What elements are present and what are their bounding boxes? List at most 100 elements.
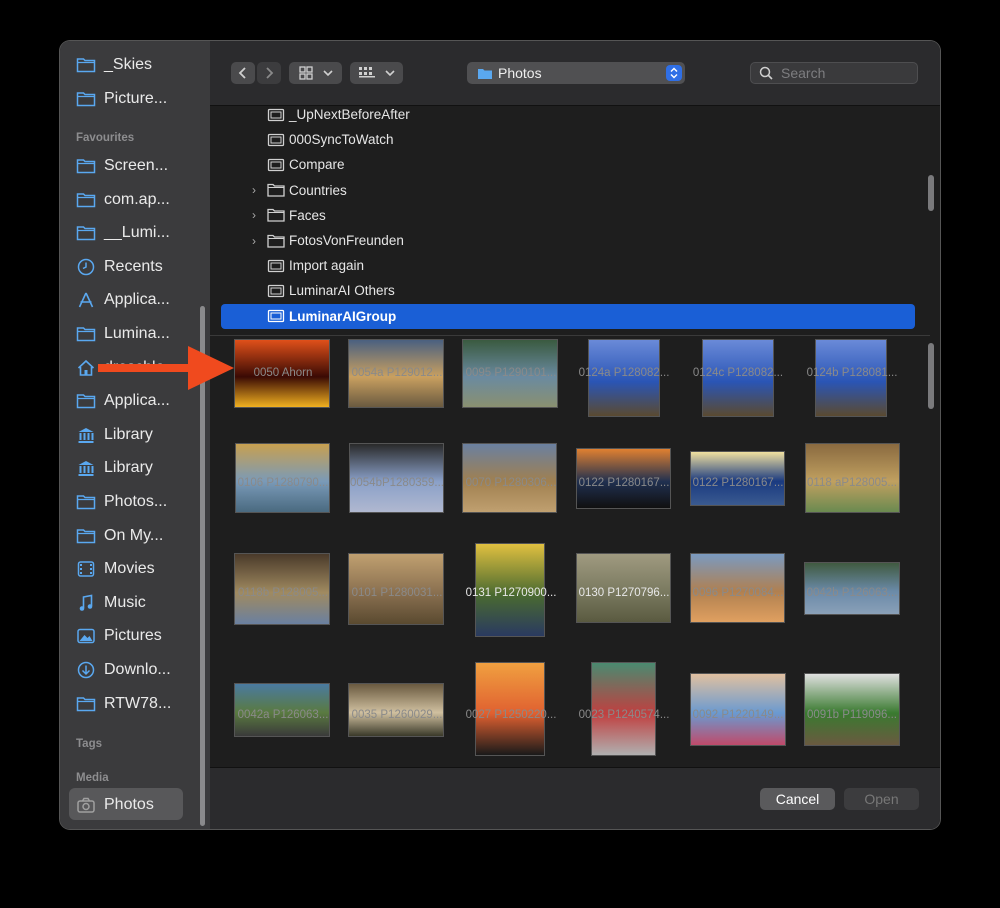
- folder-row[interactable]: 000SyncToWatch: [210, 127, 930, 152]
- sidebar-item[interactable]: Library: [76, 455, 202, 481]
- folder-icon: [76, 226, 96, 241]
- folder-row[interactable]: › FotosVonFreunden: [210, 228, 930, 253]
- folder-row[interactable]: › Countries: [210, 178, 930, 203]
- photo-caption: 0042b P126063...: [806, 587, 898, 599]
- chevron-down-icon: [384, 70, 395, 77]
- sidebar-item[interactable]: _Skies: [76, 52, 202, 78]
- sidebar-item-label: Photos: [104, 796, 154, 813]
- album-icon: [267, 108, 285, 121]
- sidebar-item[interactable]: Applica...: [76, 287, 202, 313]
- location-stepper: [666, 65, 682, 81]
- grid-icon: [298, 66, 313, 80]
- folder-row[interactable]: LuminarAIGroup: [221, 303, 915, 329]
- annotation-arrow: [98, 346, 234, 390]
- photo-caption: 0042a P126063...: [237, 709, 329, 721]
- sidebar-item[interactable]: Photos...: [76, 489, 202, 515]
- download-icon: [77, 661, 95, 679]
- folder-icon: [76, 325, 96, 343]
- sidebar-item[interactable]: Lumina...: [76, 321, 202, 347]
- library-icon: [76, 426, 96, 444]
- apps-icon: [76, 291, 96, 309]
- camera-icon: [76, 796, 96, 814]
- favourites-header: Favourites: [76, 132, 135, 144]
- folder-row-label: LuminarAIGroup: [289, 308, 397, 324]
- disclosure-chevron-icon[interactable]: ›: [252, 208, 264, 222]
- music-icon: [79, 594, 93, 611]
- split-divider[interactable]: [210, 335, 930, 336]
- album-icon: [267, 259, 285, 272]
- folder-icon: [76, 327, 96, 342]
- sidebar-item-label: Photos...: [104, 493, 168, 510]
- album-icon: [267, 133, 285, 146]
- photo-caption: 0096 P1270084...: [692, 587, 784, 599]
- folder-row-label: _UpNextBeforeAfter: [289, 107, 410, 122]
- sidebar-item-label: Picture...: [104, 89, 168, 107]
- folder-icon: [76, 495, 96, 510]
- sidebar-item[interactable]: Picture...: [76, 86, 202, 112]
- folder-icon: [76, 90, 96, 108]
- sidebar-item-label: On My...: [104, 526, 164, 544]
- home-icon: [76, 359, 96, 377]
- photo-caption: 0131 P1270900...: [465, 587, 557, 599]
- sidebar-item-label: _Skies: [104, 56, 153, 73]
- sidebar-item[interactable]: Movies: [76, 556, 202, 582]
- photo-caption: 0035 P1260029...: [351, 709, 443, 721]
- search-input[interactable]: [779, 64, 913, 82]
- folder-row[interactable]: Import again: [210, 253, 930, 278]
- open-button[interactable]: Open: [844, 788, 919, 810]
- location-label: Photos: [498, 65, 542, 81]
- sidebar-item[interactable]: Pictures: [76, 623, 202, 649]
- photo-caption: 0050 Ahorn: [253, 367, 313, 379]
- folder-icon: [76, 224, 96, 242]
- sidebar-item[interactable]: com.ap...: [76, 187, 202, 213]
- sidebar-item[interactable]: Screen...: [76, 153, 202, 179]
- photo-caption: 0122 P1280167...: [578, 477, 670, 489]
- film-icon: [77, 561, 95, 577]
- group-button[interactable]: [350, 62, 403, 84]
- sidebar-item-label: com.ap...: [104, 190, 170, 208]
- sidebar-item[interactable]: __Lumi...: [76, 220, 202, 246]
- sidebar-item[interactable]: On My...: [76, 523, 202, 549]
- folder-row[interactable]: LuminarAI Others: [210, 278, 930, 303]
- pictures-icon: [76, 627, 96, 645]
- sidebar-item[interactable]: Music: [76, 590, 202, 616]
- back-button[interactable]: [231, 62, 255, 84]
- media-header: Media: [76, 772, 109, 784]
- music-icon: [76, 594, 96, 612]
- photo-caption: 0124a P128082...: [578, 367, 670, 379]
- sidebar-item-label: Applica...: [104, 291, 170, 309]
- button-bar: Cancel Open: [210, 767, 940, 829]
- folder-row[interactable]: › Faces: [210, 203, 930, 228]
- folder-row[interactable]: Compare: [210, 152, 930, 177]
- home-icon: [77, 359, 95, 376]
- sidebar-item-label: Applica...: [104, 392, 170, 410]
- photo-caption: 0070 P1280306...: [465, 477, 557, 489]
- cancel-button[interactable]: Cancel: [760, 788, 835, 810]
- photo-caption: 0054a P129012...: [351, 367, 443, 379]
- sidebar-item-photos[interactable]: Photos: [76, 792, 202, 818]
- folder-icon: [76, 58, 96, 73]
- sidebar-item-label: Pictures: [104, 627, 162, 645]
- list-scrollbar[interactable]: [928, 175, 934, 211]
- search-field[interactable]: [750, 62, 918, 84]
- sidebar-item[interactable]: RTW78...: [76, 691, 202, 717]
- forward-button[interactable]: [257, 62, 281, 84]
- view-mode-button[interactable]: [289, 62, 342, 84]
- photo-caption: 0027 P1250220...: [465, 709, 557, 721]
- file-open-dialog: _Skies Picture... Favourites Screen... com.a…: [60, 41, 940, 829]
- sidebar-item[interactable]: Applica...: [76, 388, 202, 414]
- location-popup[interactable]: Photos: [467, 62, 685, 84]
- photo-caption: 0118b P128005...: [238, 587, 328, 599]
- sidebar-item[interactable]: Recents: [76, 254, 202, 280]
- folder-icon: [76, 528, 96, 543]
- album-icon: [267, 158, 285, 172]
- sidebar-item[interactable]: Downlo...: [76, 657, 202, 683]
- disclosure-chevron-icon[interactable]: ›: [252, 183, 264, 197]
- sidebar-item-label: Screen...: [104, 157, 169, 174]
- grid-scrollbar[interactable]: [928, 343, 934, 409]
- folder-row[interactable]: _UpNextBeforeAfter: [210, 102, 930, 127]
- disclosure-chevron-icon[interactable]: ›: [252, 234, 264, 248]
- up-down-chevron-icon: [670, 67, 678, 79]
- sidebar-item[interactable]: Library: [76, 422, 202, 448]
- photo-caption: 0095 P1290101...: [465, 367, 557, 379]
